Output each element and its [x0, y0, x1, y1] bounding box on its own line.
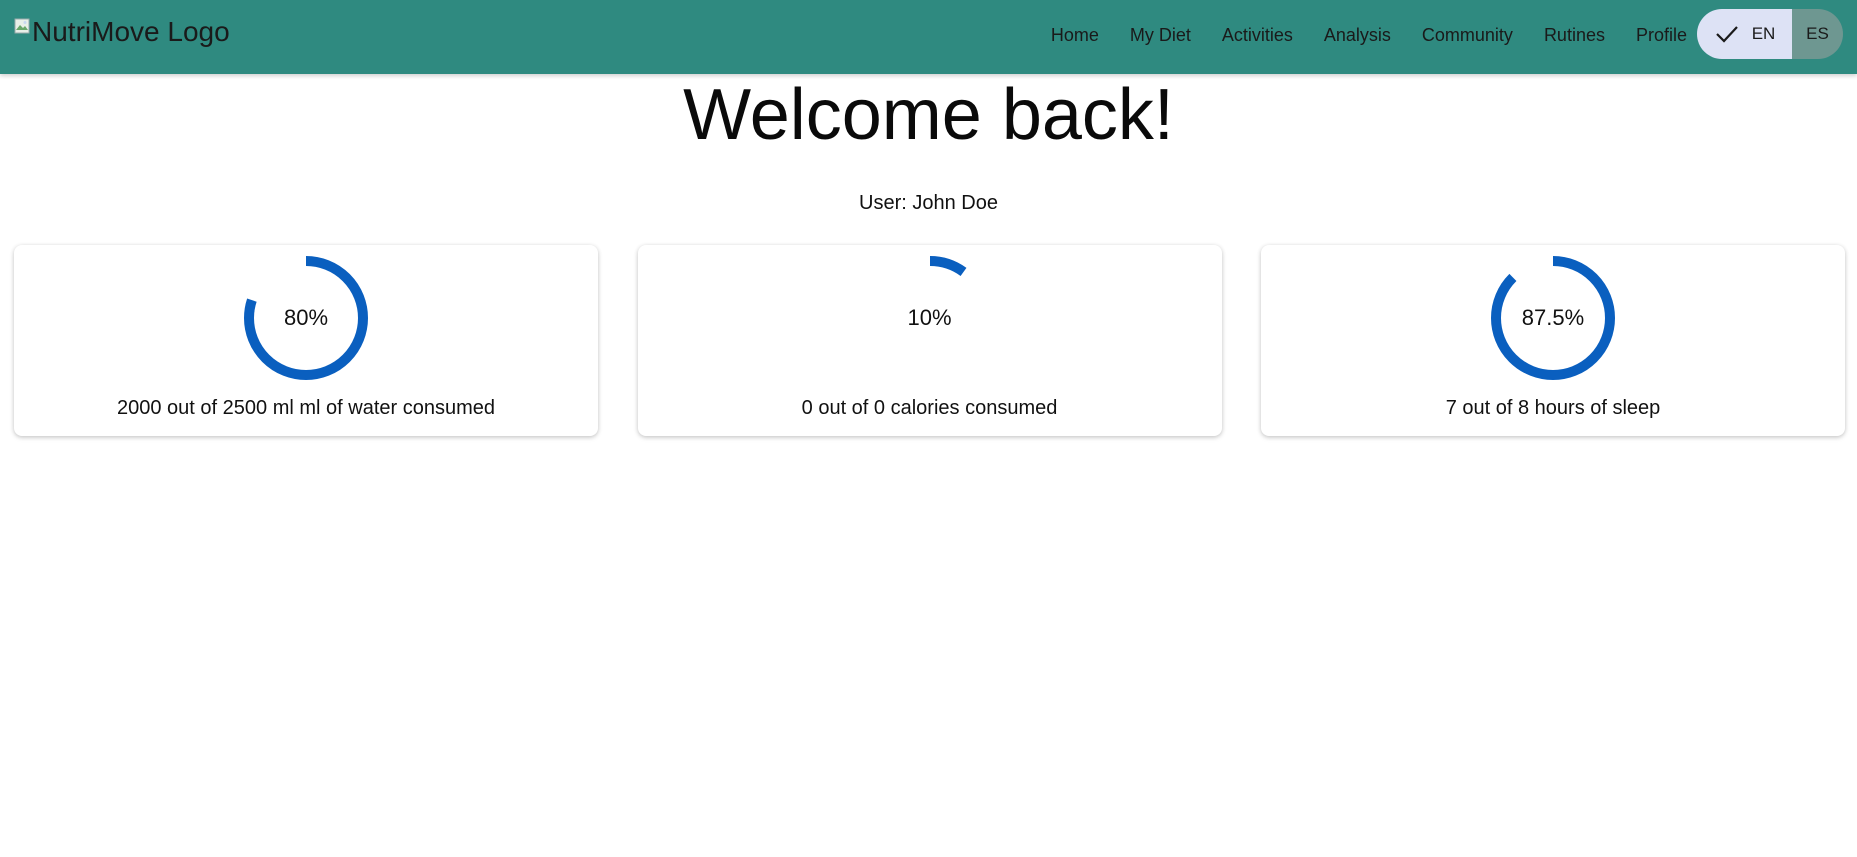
- nav-home[interactable]: Home: [1051, 25, 1099, 46]
- nav-my-diet[interactable]: My Diet: [1130, 25, 1191, 46]
- user-name: User: John Doe: [859, 192, 998, 214]
- language-toggle: EN ES: [1697, 9, 1843, 59]
- nav-analysis[interactable]: Analysis: [1324, 25, 1391, 46]
- calories-caption: 0 out of 0 calories consumed: [801, 397, 1058, 419]
- broken-image-icon: [14, 18, 30, 34]
- calories-card: 10% 0 out of 0 calories consumed: [637, 245, 1222, 436]
- progress-cards: 80% 2000 out of 2500 ml ml of water cons…: [14, 245, 1845, 436]
- language-es-button[interactable]: ES: [1792, 9, 1843, 59]
- sleep-progress-ring: 87.5%: [1490, 255, 1616, 381]
- check-icon: [1715, 26, 1738, 43]
- nav-activities[interactable]: Activities: [1222, 25, 1293, 46]
- sleep-caption: 7 out of 8 hours of sleep: [1445, 397, 1661, 419]
- sleep-percent-label: 87.5%: [1521, 305, 1585, 330]
- water-percent-label: 80%: [283, 305, 329, 330]
- logo-alt-text: NutriMove Logo: [32, 16, 230, 47]
- nav-rutines[interactable]: Rutines: [1544, 25, 1605, 46]
- water-progress-ring: 80%: [243, 255, 369, 381]
- language-en-button[interactable]: EN: [1697, 9, 1792, 59]
- calories-percent-label: 10%: [907, 305, 952, 330]
- page-title: Welcome back!: [683, 75, 1174, 155]
- water-caption: 2000 out of 2500 ml ml of water consumed: [117, 397, 495, 419]
- water-card: 80% 2000 out of 2500 ml ml of water cons…: [14, 245, 598, 436]
- calories-progress-ring: 10%: [867, 255, 993, 381]
- nav-community[interactable]: Community: [1422, 25, 1513, 46]
- top-navbar: NutriMove Logo Home My Diet Activities A…: [0, 0, 1857, 74]
- sleep-card: 87.5% 7 out of 8 hours of sleep: [1261, 245, 1845, 436]
- main-nav: Home My Diet Activities Analysis Communi…: [1020, 0, 1687, 70]
- language-en-label: EN: [1751, 24, 1776, 43]
- nav-profile[interactable]: Profile: [1636, 25, 1687, 46]
- app-logo[interactable]: NutriMove Logo: [14, 16, 230, 48]
- language-es-label: ES: [1806, 24, 1829, 43]
